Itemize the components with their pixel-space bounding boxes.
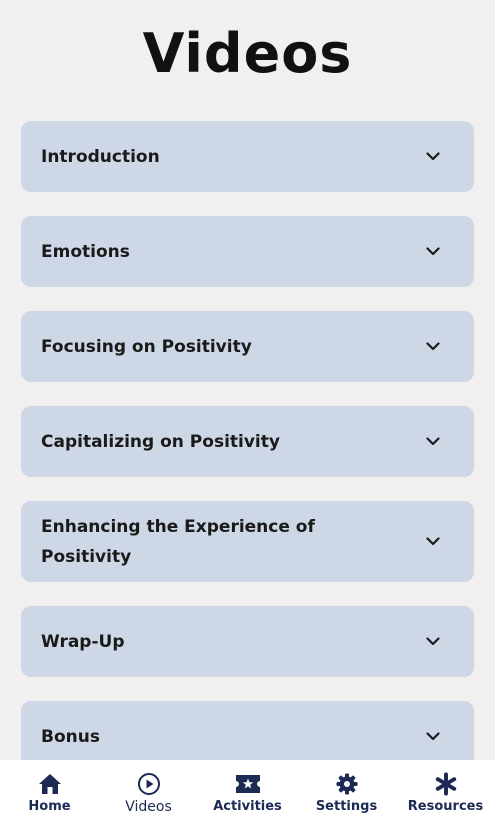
video-section-list: Introduction Emotions Focusing on Positi… xyxy=(21,121,474,761)
nav-item-home[interactable]: Home xyxy=(0,760,99,825)
page-title: Videos xyxy=(142,22,353,85)
accordion-item-focusing-on-positivity[interactable]: Focusing on Positivity xyxy=(21,311,474,382)
accordion-item-label: Bonus xyxy=(41,726,100,747)
nav-item-activities[interactable]: Activities xyxy=(198,760,297,825)
accordion-item-label: Capitalizing on Positivity xyxy=(41,431,280,452)
nav-label: Home xyxy=(28,799,71,814)
nav-label: Videos xyxy=(125,798,172,815)
nav-label: Resources xyxy=(407,799,484,814)
chevron-down-icon xyxy=(425,534,441,550)
chevron-down-icon xyxy=(425,729,441,745)
accordion-item-label: Emotions xyxy=(41,241,130,262)
accordion-item-label: Wrap-Up xyxy=(41,631,125,652)
chevron-down-icon xyxy=(425,339,441,355)
bottom-navigation: Home Videos Activities Settings Resource… xyxy=(0,760,495,825)
nav-item-videos[interactable]: Videos xyxy=(99,760,198,825)
nav-label: Settings xyxy=(315,799,378,814)
home-icon xyxy=(38,771,62,797)
accordion-item-bonus[interactable]: Bonus xyxy=(21,701,474,761)
chevron-down-icon xyxy=(425,244,441,260)
accordion-item-label: Focusing on Positivity xyxy=(41,336,252,357)
asterisk-icon xyxy=(434,771,458,797)
chevron-down-icon xyxy=(425,434,441,450)
accordion-item-wrap-up[interactable]: Wrap-Up xyxy=(21,606,474,677)
accordion-item-label: Enhancing the Experience of Positivity xyxy=(41,516,315,567)
ticket-star-icon xyxy=(235,771,261,797)
accordion-item-emotions[interactable]: Emotions xyxy=(21,216,474,287)
accordion-item-enhancing-the-experience[interactable]: Enhancing the Experience of Positivity xyxy=(21,501,474,582)
nav-item-resources[interactable]: Resources xyxy=(396,760,495,825)
accordion-item-capitalizing-on-positivity[interactable]: Capitalizing on Positivity xyxy=(21,406,474,477)
accordion-item-label: Introduction xyxy=(41,146,160,167)
gear-icon xyxy=(335,771,359,797)
play-circle-icon xyxy=(137,771,161,797)
nav-label: Activities xyxy=(213,799,282,814)
nav-item-settings[interactable]: Settings xyxy=(297,760,396,825)
chevron-down-icon xyxy=(425,149,441,165)
accordion-item-introduction[interactable]: Introduction xyxy=(21,121,474,192)
chevron-down-icon xyxy=(425,634,441,650)
